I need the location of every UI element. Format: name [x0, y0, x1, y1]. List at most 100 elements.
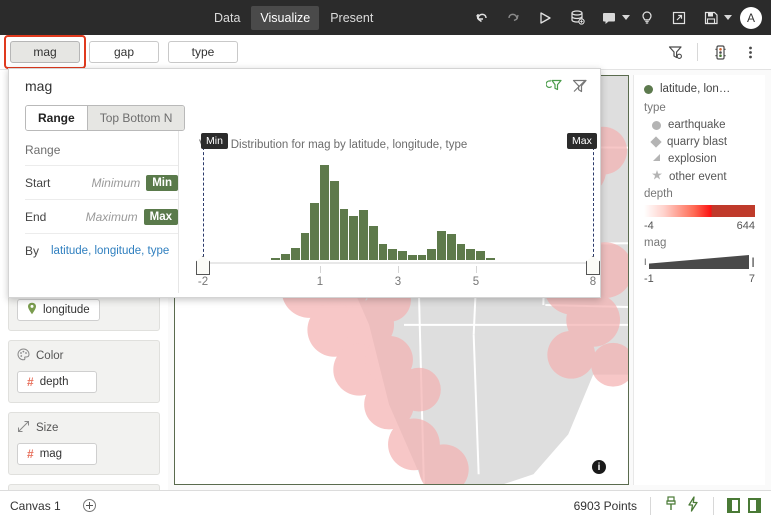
legend-item-label: quarry blast: [667, 136, 728, 148]
star-marker-icon: [652, 170, 662, 183]
left-panel-icon[interactable]: [727, 498, 740, 513]
min-badge-button[interactable]: Min: [146, 174, 178, 191]
reset-filter-icon[interactable]: [545, 78, 562, 99]
status-bar: Canvas 1 6903 Points: [0, 490, 771, 520]
histogram-bar: [485, 257, 495, 260]
legend-item-label: earthquake: [668, 119, 726, 131]
max-badge-button[interactable]: Max: [143, 208, 178, 225]
brush-icon[interactable]: [664, 496, 678, 515]
filter-row-end: End Maximum Max: [25, 199, 178, 233]
legend-mag-header: mag: [644, 237, 667, 249]
filter-chip-mag[interactable]: mag: [10, 41, 80, 63]
axis-tick-label: 3: [394, 276, 402, 288]
filter-popup-title: mag: [25, 78, 53, 94]
histogram-bar: [339, 208, 349, 260]
hash-icon: #: [27, 375, 34, 389]
info-icon[interactable]: i: [592, 460, 606, 474]
histogram-bar: [417, 255, 427, 260]
range-section-label: Range: [25, 143, 61, 157]
min-flag-label: Min: [201, 133, 228, 149]
hash-icon: #: [27, 447, 34, 461]
histogram-bar: [437, 230, 446, 260]
shelf-title-size: Size: [17, 420, 151, 436]
location-pin-icon: [27, 302, 37, 318]
comment-icon[interactable]: [594, 5, 624, 31]
popup-divider: [178, 131, 179, 293]
filter-mode-top-bottom-n[interactable]: Top Bottom N: [86, 106, 185, 130]
mag-scale-labels: -1 7: [644, 273, 755, 285]
shelf-pill-mag[interactable]: # mag: [17, 443, 97, 465]
histogram-bar: [398, 251, 407, 260]
filter-mode-range[interactable]: Range: [26, 106, 87, 130]
mag-right-cap-icon: I: [751, 254, 755, 270]
nav-visualize[interactable]: Visualize: [251, 5, 320, 30]
insight-icon[interactable]: [632, 5, 662, 31]
data-source-icon[interactable]: [562, 5, 592, 31]
add-canvas-icon[interactable]: [82, 499, 96, 512]
shelf-title-label: Size: [36, 422, 59, 434]
histogram-bar: [378, 244, 388, 260]
histogram-bar: [368, 225, 378, 260]
palette-icon: [17, 348, 30, 364]
by-label: By: [25, 243, 40, 258]
histogram-bar: [456, 244, 466, 260]
play-icon[interactable]: [530, 5, 560, 31]
filter-settings-icon[interactable]: [662, 40, 688, 64]
undo-icon[interactable]: [466, 5, 496, 31]
export-icon[interactable]: [664, 5, 694, 31]
mag-max-label: 7: [748, 273, 755, 285]
max-flag-label: Max: [567, 133, 597, 149]
clear-filter-icon[interactable]: [572, 78, 588, 99]
save-chevron-down-icon[interactable]: [724, 15, 732, 20]
legend-item-label: explosion: [668, 153, 717, 165]
status-divider: [650, 496, 651, 515]
avatar[interactable]: A: [740, 6, 762, 29]
mag-min-label: -1: [644, 273, 654, 285]
end-label: End: [25, 209, 47, 224]
histogram-bar: [427, 249, 436, 260]
start-input[interactable]: Minimum: [70, 176, 146, 190]
shelf-pill-longitude[interactable]: longitude: [17, 299, 100, 321]
legend-item-earthquake[interactable]: earthquake: [644, 119, 755, 131]
legend-type-header: type: [644, 102, 666, 114]
legend-depth-header: depth: [644, 188, 673, 200]
filter-row-start: Start Minimum Min: [25, 165, 178, 199]
histogram-bar: [476, 251, 485, 260]
shelf-title-label: Color: [36, 350, 64, 362]
shelf-title-color: Color: [17, 348, 151, 364]
filter-chip-gap[interactable]: gap: [89, 41, 159, 63]
save-icon[interactable]: [696, 5, 726, 31]
end-input[interactable]: Maximum: [70, 210, 144, 224]
shelf-pill-label: depth: [39, 376, 69, 388]
nav-data[interactable]: Data: [205, 6, 249, 30]
data-panel-icon[interactable]: [707, 40, 733, 64]
axis-tick-label: 8: [589, 276, 597, 288]
legend-item-other-event[interactable]: other event: [644, 170, 755, 183]
axis-tick-label: 5: [472, 276, 480, 288]
comment-chevron-down-icon[interactable]: [622, 15, 630, 20]
histogram-bar: [300, 233, 310, 260]
legend-series-label: latitude, lon…: [660, 83, 731, 95]
more-options-icon[interactable]: [737, 40, 763, 64]
histogram-bar: [290, 247, 300, 260]
canvas-label[interactable]: Canvas 1: [10, 499, 61, 513]
by-fields-link[interactable]: latitude, longitude, type: [51, 245, 169, 257]
top-toolbar-icons: A: [466, 5, 771, 31]
right-panel-icon[interactable]: [748, 498, 761, 513]
histogram-bar: [388, 249, 397, 260]
performance-icon[interactable]: [686, 496, 700, 515]
legend-item-quarry-blast[interactable]: quarry blast: [644, 136, 755, 148]
histogram-bar: [349, 216, 358, 260]
filter-popup-actions: [545, 78, 588, 99]
histogram-bar: [320, 165, 329, 260]
legend-series-row[interactable]: latitude, lon…: [644, 83, 755, 95]
chip-wrap-type: type: [168, 41, 238, 63]
nav-present[interactable]: Present: [321, 6, 382, 30]
legend-item-explosion[interactable]: explosion: [644, 153, 755, 165]
filter-chip-type[interactable]: type: [168, 41, 238, 63]
chip-wrap-mag: mag: [4, 35, 86, 69]
redo-icon[interactable]: [498, 5, 528, 31]
circle-marker-icon: [652, 120, 661, 130]
histogram-bar: [446, 234, 456, 260]
shelf-pill-depth[interactable]: # depth: [17, 371, 97, 393]
